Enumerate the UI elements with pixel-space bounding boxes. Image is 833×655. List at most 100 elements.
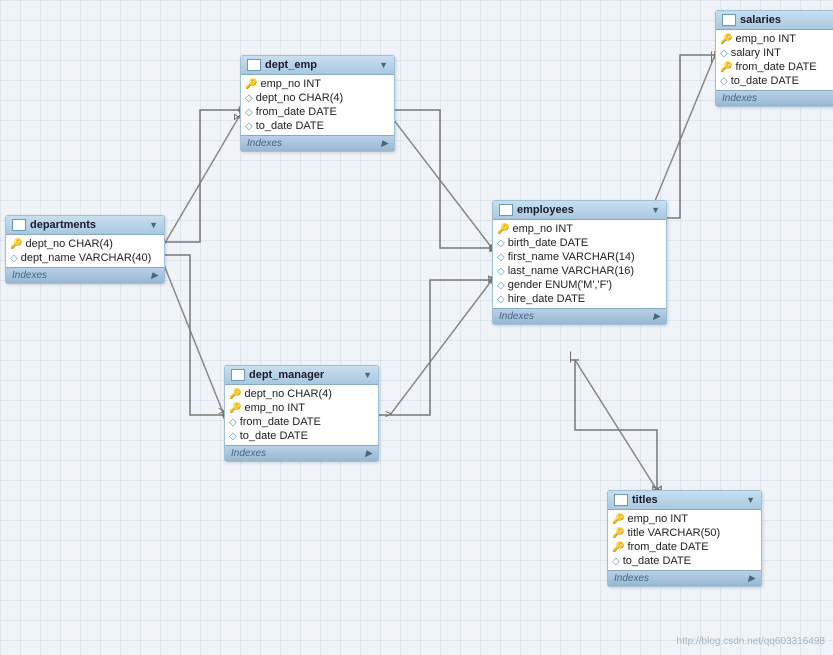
- table-icon: [12, 219, 26, 231]
- table-titles: titles ▼ 🔑 emp_no INT 🔑 title VARCHAR(50…: [607, 490, 762, 587]
- indexes-section-dept-emp[interactable]: Indexes ▶: [241, 135, 394, 151]
- field-name: to_date DATE: [731, 75, 799, 87]
- indexes-arrow-icon: ▶: [748, 573, 755, 584]
- table-row: 🔑 dept_no CHAR(4): [225, 387, 378, 401]
- table-title: departments: [30, 219, 96, 231]
- table-header-titles[interactable]: titles ▼: [608, 491, 761, 510]
- table-icon: [247, 59, 261, 71]
- table-body: 🔑 dept_no CHAR(4) 🔑 emp_no INT ◇ from_da…: [225, 385, 378, 445]
- pk-icon: 🔑: [612, 542, 624, 553]
- table-header-dept-emp[interactable]: dept_emp ▼: [241, 56, 394, 75]
- field-name: birth_date DATE: [508, 237, 589, 249]
- table-row: ◇ first_name VARCHAR(14): [493, 250, 666, 264]
- pk-icon: 🔑: [612, 528, 624, 539]
- field-name: last_name VARCHAR(16): [508, 265, 634, 277]
- table-dept-emp: dept_emp ▼ 🔑 emp_no INT ◇ dept_no CHAR(4…: [240, 55, 395, 152]
- table-row: ◇ from_date DATE: [241, 105, 394, 119]
- table-header-salaries[interactable]: salaries ▼: [716, 11, 833, 30]
- dropdown-arrow-icon[interactable]: ▼: [746, 495, 755, 505]
- diamond-icon: ◇: [229, 431, 237, 442]
- field-name: dept_no CHAR(4): [256, 92, 343, 104]
- indexes-label: Indexes: [722, 93, 757, 104]
- indexes-arrow-icon: ▶: [365, 448, 372, 459]
- table-row: ◇ from_date DATE: [225, 415, 378, 429]
- table-row: ◇ dept_name VARCHAR(40): [6, 251, 164, 265]
- table-row: 🔑 dept_no CHAR(4): [6, 237, 164, 251]
- diamond-icon: ◇: [10, 253, 18, 264]
- table-header-dept-manager[interactable]: dept_manager ▼: [225, 366, 378, 385]
- table-row: 🔑 title VARCHAR(50): [608, 526, 761, 540]
- pk-icon: 🔑: [245, 79, 257, 90]
- indexes-label: Indexes: [12, 270, 47, 281]
- field-name: dept_name VARCHAR(40): [21, 252, 152, 264]
- table-row: ◇ dept_no CHAR(4): [241, 91, 394, 105]
- fk-icon: ◇: [245, 93, 253, 104]
- field-name: from_date DATE: [735, 61, 816, 73]
- table-row: 🔑 emp_no INT: [225, 401, 378, 415]
- table-row: 🔑 emp_no INT: [493, 222, 666, 236]
- table-row: 🔑 emp_no INT: [241, 77, 394, 91]
- table-employees: employees ▼ 🔑 emp_no INT ◇ birth_date DA…: [492, 200, 667, 325]
- table-row: ◇ salary INT: [716, 46, 833, 60]
- dropdown-arrow-icon[interactable]: ▼: [363, 370, 372, 380]
- field-name: salary INT: [731, 47, 781, 59]
- diamond-icon: ◇: [497, 266, 505, 277]
- table-icon: [722, 14, 736, 26]
- diamond-icon: ◇: [497, 294, 505, 305]
- table-icon: [614, 494, 628, 506]
- table-dept-manager: dept_manager ▼ 🔑 dept_no CHAR(4) 🔑 emp_n…: [224, 365, 379, 462]
- table-title: titles: [632, 494, 658, 506]
- indexes-section-departments[interactable]: Indexes ▶: [6, 267, 164, 283]
- field-name: emp_no INT: [512, 223, 573, 235]
- dropdown-arrow-icon[interactable]: ▼: [651, 205, 660, 215]
- field-name: gender ENUM('M','F'): [508, 279, 612, 291]
- field-name: emp_no INT: [627, 513, 688, 525]
- diamond-icon: ◇: [497, 252, 505, 263]
- indexes-label: Indexes: [499, 311, 534, 322]
- indexes-arrow-icon: ▶: [381, 138, 388, 149]
- indexes-section-salaries[interactable]: Indexes ▶: [716, 90, 833, 106]
- dropdown-arrow-icon[interactable]: ▼: [149, 220, 158, 230]
- field-name: emp_no INT: [735, 33, 796, 45]
- table-title: salaries: [740, 14, 781, 26]
- diamond-icon: ◇: [229, 417, 237, 428]
- svg-text:|: |: [569, 349, 572, 363]
- table-departments: departments ▼ 🔑 dept_no CHAR(4) ◇ dept_n…: [5, 215, 165, 284]
- field-name: hire_date DATE: [508, 293, 585, 305]
- table-body: 🔑 emp_no INT 🔑 title VARCHAR(50) 🔑 from_…: [608, 510, 761, 570]
- table-title: employees: [517, 204, 574, 216]
- diamond-icon: ◇: [245, 121, 253, 132]
- pk-icon: 🔑: [10, 239, 22, 250]
- table-header-departments[interactable]: departments ▼: [6, 216, 164, 235]
- table-row: 🔑 emp_no INT: [716, 32, 833, 46]
- table-row: ◇ last_name VARCHAR(16): [493, 264, 666, 278]
- field-name: dept_no CHAR(4): [25, 238, 112, 250]
- table-title: dept_emp: [265, 59, 317, 71]
- diamond-icon: ◇: [497, 238, 505, 249]
- field-name: to_date DATE: [240, 430, 308, 442]
- table-body: 🔑 emp_no INT ◇ salary INT 🔑 from_date DA…: [716, 30, 833, 90]
- watermark: http://blog.csdn.net/qq603316498: [677, 636, 825, 647]
- indexes-label: Indexes: [247, 138, 282, 149]
- pk-icon: 🔑: [229, 403, 241, 414]
- table-row: ◇ birth_date DATE: [493, 236, 666, 250]
- table-row: ◇ to_date DATE: [241, 119, 394, 133]
- field-name: first_name VARCHAR(14): [508, 251, 635, 263]
- table-row: ◇ to_date DATE: [716, 74, 833, 88]
- table-body: 🔑 dept_no CHAR(4) ◇ dept_name VARCHAR(40…: [6, 235, 164, 267]
- table-row: ◇ to_date DATE: [608, 554, 761, 568]
- indexes-section-employees[interactable]: Indexes ▶: [493, 308, 666, 324]
- dropdown-arrow-icon[interactable]: ▼: [379, 60, 388, 70]
- indexes-arrow-icon: ▶: [653, 311, 660, 322]
- indexes-section-dept-manager[interactable]: Indexes ▶: [225, 445, 378, 461]
- field-name: title VARCHAR(50): [627, 527, 720, 539]
- diamond-icon: ◇: [245, 107, 253, 118]
- field-name: emp_no INT: [244, 402, 305, 414]
- diamond-icon: ◇: [612, 556, 620, 567]
- table-header-employees[interactable]: employees ▼: [493, 201, 666, 220]
- indexes-section-titles[interactable]: Indexes ▶: [608, 570, 761, 586]
- field-name: emp_no INT: [260, 78, 321, 90]
- table-icon: [231, 369, 245, 381]
- table-salaries: salaries ▼ 🔑 emp_no INT ◇ salary INT 🔑 f…: [715, 10, 833, 107]
- field-name: dept_no CHAR(4): [244, 388, 331, 400]
